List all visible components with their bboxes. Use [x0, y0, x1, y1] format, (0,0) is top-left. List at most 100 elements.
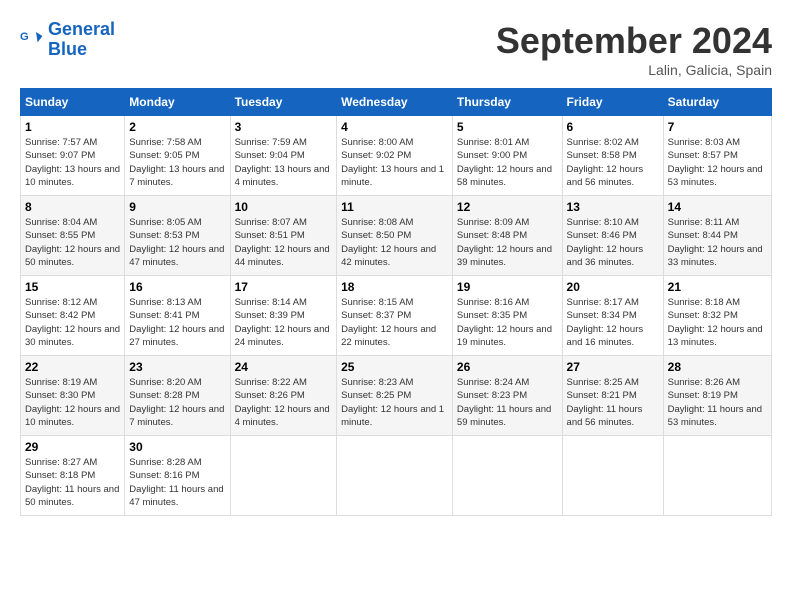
day-info: Sunrise: 7:58 AM Sunset: 9:05 PM Dayligh… [129, 136, 225, 189]
day-number: 8 [25, 200, 120, 214]
day-number: 9 [129, 200, 225, 214]
title-block: September 2024 Lalin, Galicia, Spain [496, 20, 772, 78]
day-info: Sunrise: 8:22 AM Sunset: 8:26 PM Dayligh… [235, 376, 333, 429]
day-number: 14 [668, 200, 767, 214]
day-info: Sunrise: 8:24 AM Sunset: 8:23 PM Dayligh… [457, 376, 558, 429]
day-info: Sunrise: 8:07 AM Sunset: 8:51 PM Dayligh… [235, 216, 333, 269]
calendar-cell [663, 436, 771, 516]
day-info: Sunrise: 8:05 AM Sunset: 8:53 PM Dayligh… [129, 216, 225, 269]
weekday-header: Tuesday [230, 89, 337, 116]
calendar-cell: 23Sunrise: 8:20 AM Sunset: 8:28 PM Dayli… [125, 356, 230, 436]
calendar-cell: 7Sunrise: 8:03 AM Sunset: 8:57 PM Daylig… [663, 116, 771, 196]
calendar-week-row: 15 Sunrise: 8:12 AM Sunset: 8:42 PM Dayli… [21, 276, 772, 356]
day-number: 6 [567, 120, 659, 134]
calendar-cell: 13 Sunrise: 8:10 AM Sunset: 8:46 PM Dayli… [562, 196, 663, 276]
day-number: 15 [25, 280, 120, 294]
day-info: Sunrise: 8:02 AM Sunset: 8:58 PM Dayligh… [567, 136, 659, 189]
weekday-header: Sunday [21, 89, 125, 116]
day-info: Sunrise: 8:19 AM Sunset: 8:30 PM Dayligh… [25, 376, 120, 429]
day-number: 1 [25, 120, 120, 134]
logo-text: General Blue [48, 20, 115, 60]
day-number: 19 [457, 280, 558, 294]
day-info: Sunrise: 8:10 AM Sunset: 8:46 PM Dayligh… [567, 216, 659, 269]
calendar-cell: 18 Sunrise: 8:15 AM Sunset: 8:37 PM Dayli… [337, 276, 453, 356]
day-number: 13 [567, 200, 659, 214]
day-number: 17 [235, 280, 333, 294]
day-info: Sunrise: 8:12 AM Sunset: 8:42 PM Dayligh… [25, 296, 120, 349]
location: Lalin, Galicia, Spain [496, 62, 772, 78]
calendar-cell: 4 Sunrise: 8:00 AM Sunset: 9:02 PM Daylig… [337, 116, 453, 196]
day-info: Sunrise: 8:11 AM Sunset: 8:44 PM Dayligh… [668, 216, 767, 269]
calendar-cell: 17 Sunrise: 8:14 AM Sunset: 8:39 PM Dayli… [230, 276, 337, 356]
calendar-week-row: 29 Sunrise: 8:27 AM Sunset: 8:18 PM Dayli… [21, 436, 772, 516]
day-number: 29 [25, 440, 120, 454]
day-number: 23 [129, 360, 225, 374]
calendar-cell: 12Sunrise: 8:09 AM Sunset: 8:48 PM Dayli… [452, 196, 562, 276]
calendar-cell: 8 Sunrise: 8:04 AM Sunset: 8:55 PM Daylig… [21, 196, 125, 276]
calendar-cell: 25Sunrise: 8:23 AM Sunset: 8:25 PM Dayli… [337, 356, 453, 436]
day-info: Sunrise: 8:08 AM Sunset: 8:50 PM Dayligh… [341, 216, 448, 269]
calendar-cell: 10 Sunrise: 8:07 AM Sunset: 8:51 PM Dayli… [230, 196, 337, 276]
weekday-header: Wednesday [337, 89, 453, 116]
day-info: Sunrise: 8:28 AM Sunset: 8:16 PM Dayligh… [129, 456, 225, 509]
calendar-cell: 26 Sunrise: 8:24 AM Sunset: 8:23 PM Dayli… [452, 356, 562, 436]
weekday-header-row: SundayMondayTuesdayWednesdayThursdayFrid… [21, 89, 772, 116]
calendar-week-row: 22 Sunrise: 8:19 AM Sunset: 8:30 PM Dayli… [21, 356, 772, 436]
calendar-cell: 27 Sunrise: 8:25 AM Sunset: 8:21 PM Dayli… [562, 356, 663, 436]
weekday-header: Saturday [663, 89, 771, 116]
day-number: 24 [235, 360, 333, 374]
logo-line1: General [48, 19, 115, 39]
day-number: 10 [235, 200, 333, 214]
day-number: 4 [341, 120, 448, 134]
day-info: Sunrise: 7:57 AM Sunset: 9:07 PM Dayligh… [25, 136, 120, 189]
day-number: 20 [567, 280, 659, 294]
calendar-cell: 5 Sunrise: 8:01 AM Sunset: 9:00 PM Daylig… [452, 116, 562, 196]
day-info: Sunrise: 8:03 AM Sunset: 8:57 PM Dayligh… [668, 136, 767, 189]
day-info: Sunrise: 8:14 AM Sunset: 8:39 PM Dayligh… [235, 296, 333, 349]
day-number: 3 [235, 120, 333, 134]
calendar-cell: 21 Sunrise: 8:18 AM Sunset: 8:32 PM Dayli… [663, 276, 771, 356]
calendar-cell: 9 Sunrise: 8:05 AM Sunset: 8:53 PM Daylig… [125, 196, 230, 276]
day-info: Sunrise: 8:17 AM Sunset: 8:34 PM Dayligh… [567, 296, 659, 349]
day-info: Sunrise: 8:18 AM Sunset: 8:32 PM Dayligh… [668, 296, 767, 349]
day-number: 27 [567, 360, 659, 374]
day-number: 5 [457, 120, 558, 134]
calendar-cell [562, 436, 663, 516]
calendar-cell: 15 Sunrise: 8:12 AM Sunset: 8:42 PM Dayli… [21, 276, 125, 356]
day-info: Sunrise: 8:27 AM Sunset: 8:18 PM Dayligh… [25, 456, 120, 509]
calendar-cell: 22 Sunrise: 8:19 AM Sunset: 8:30 PM Dayli… [21, 356, 125, 436]
calendar-cell [337, 436, 453, 516]
page-header: G General Blue September 2024 Lalin, Gal… [20, 20, 772, 78]
day-info: Sunrise: 8:25 AM Sunset: 8:21 PM Dayligh… [567, 376, 659, 429]
calendar-cell: 16Sunrise: 8:13 AM Sunset: 8:41 PM Dayli… [125, 276, 230, 356]
calendar-cell [230, 436, 337, 516]
day-number: 26 [457, 360, 558, 374]
day-info: Sunrise: 8:15 AM Sunset: 8:37 PM Dayligh… [341, 296, 448, 349]
day-number: 18 [341, 280, 448, 294]
calendar-cell: 3 Sunrise: 7:59 AM Sunset: 9:04 PM Daylig… [230, 116, 337, 196]
day-info: Sunrise: 8:01 AM Sunset: 9:00 PM Dayligh… [457, 136, 558, 189]
calendar-cell: 14 Sunrise: 8:11 AM Sunset: 8:44 PM Dayli… [663, 196, 771, 276]
day-number: 22 [25, 360, 120, 374]
day-info: Sunrise: 8:09 AM Sunset: 8:48 PM Dayligh… [457, 216, 558, 269]
day-info: Sunrise: 8:04 AM Sunset: 8:55 PM Dayligh… [25, 216, 120, 269]
month-title: September 2024 [496, 20, 772, 62]
calendar-week-row: 1 Sunrise: 7:57 AM Sunset: 9:07 PM Daylig… [21, 116, 772, 196]
day-info: Sunrise: 8:00 AM Sunset: 9:02 PM Dayligh… [341, 136, 448, 189]
calendar-cell: 1 Sunrise: 7:57 AM Sunset: 9:07 PM Daylig… [21, 116, 125, 196]
day-number: 21 [668, 280, 767, 294]
day-number: 2 [129, 120, 225, 134]
logo-icon: G [20, 28, 44, 52]
day-info: Sunrise: 7:59 AM Sunset: 9:04 PM Dayligh… [235, 136, 333, 189]
day-info: Sunrise: 8:26 AM Sunset: 8:19 PM Dayligh… [668, 376, 767, 429]
day-number: 16 [129, 280, 225, 294]
day-number: 30 [129, 440, 225, 454]
calendar-cell: 28Sunrise: 8:26 AM Sunset: 8:19 PM Dayli… [663, 356, 771, 436]
calendar-cell [452, 436, 562, 516]
logo-line2: Blue [48, 40, 115, 60]
calendar-cell: 19Sunrise: 8:16 AM Sunset: 8:35 PM Dayli… [452, 276, 562, 356]
day-info: Sunrise: 8:23 AM Sunset: 8:25 PM Dayligh… [341, 376, 448, 429]
calendar-cell: 20 Sunrise: 8:17 AM Sunset: 8:34 PM Dayli… [562, 276, 663, 356]
calendar-cell: 29 Sunrise: 8:27 AM Sunset: 8:18 PM Dayli… [21, 436, 125, 516]
weekday-header: Thursday [452, 89, 562, 116]
